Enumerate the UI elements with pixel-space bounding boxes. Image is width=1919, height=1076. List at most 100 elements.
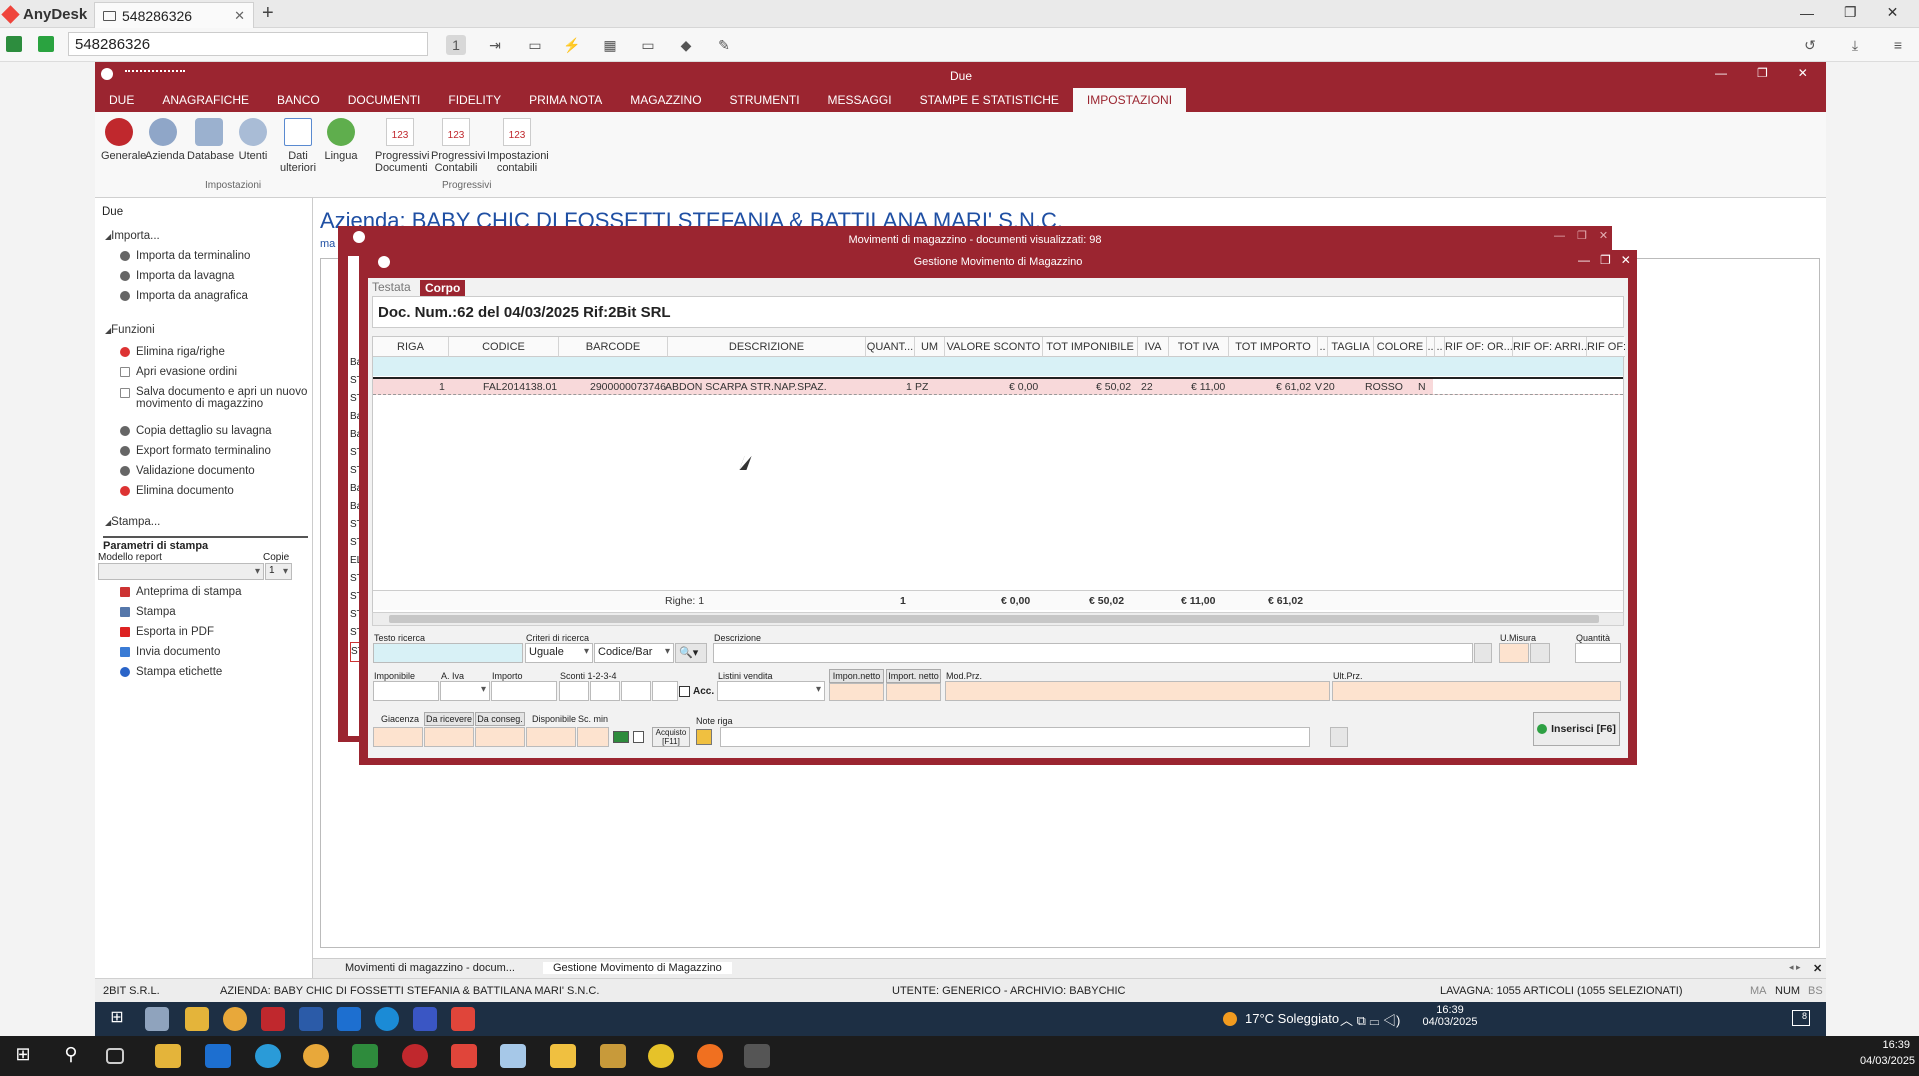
acc-checkbox[interactable] bbox=[679, 686, 690, 697]
listini-select[interactable] bbox=[717, 681, 825, 701]
col-riga[interactable]: RIGA bbox=[373, 337, 449, 357]
close-doc-tab-icon[interactable]: ✕ bbox=[1813, 962, 1822, 975]
close-tab-icon[interactable]: ✕ bbox=[234, 8, 245, 24]
quantita-input[interactable] bbox=[1575, 643, 1621, 663]
remote-outlook-icon[interactable] bbox=[337, 1007, 361, 1031]
ribbon-tab-documenti[interactable]: DOCUMENTI bbox=[334, 88, 435, 112]
note-binoculars-icon[interactable] bbox=[1330, 727, 1348, 747]
inserisci-button[interactable]: Inserisci [F6] bbox=[1533, 712, 1620, 746]
col-taglia[interactable]: TAGLIA bbox=[1328, 337, 1374, 357]
col-extra-2[interactable]: .. bbox=[1427, 337, 1435, 357]
ribbon-tab-magazzino[interactable]: MAGAZZINO bbox=[616, 88, 715, 112]
col-descrizione[interactable]: DESCRIZIONE bbox=[668, 337, 866, 357]
col-rif-or[interactable]: RIF OF: OR... bbox=[1445, 337, 1513, 357]
generale-button[interactable]: Generale bbox=[101, 118, 146, 162]
app-yellow-icon[interactable] bbox=[648, 1044, 674, 1068]
col-rif-of[interactable]: RIF OF: bbox=[1587, 337, 1625, 357]
sconto3-input[interactable] bbox=[621, 681, 651, 701]
col-tot-iva[interactable]: TOT IVA bbox=[1169, 337, 1229, 357]
anydesk-session-tab[interactable]: 548286326 ✕ bbox=[94, 2, 254, 28]
giacenza-input[interactable] bbox=[373, 727, 423, 747]
sc-min-input[interactable] bbox=[577, 727, 609, 747]
due-icon[interactable] bbox=[402, 1044, 428, 1068]
front-close-icon[interactable]: ✕ bbox=[1621, 253, 1631, 267]
elimina-documento-item[interactable]: Elimina documento bbox=[120, 485, 234, 497]
col-codice[interactable]: CODICE bbox=[449, 337, 559, 357]
section-funzioni[interactable]: Funzioni bbox=[105, 324, 154, 336]
app-close-icon[interactable]: ✕ bbox=[1798, 66, 1808, 80]
app-orange-icon[interactable] bbox=[697, 1044, 723, 1068]
start-icon[interactable]: ⊞ bbox=[10, 1044, 36, 1068]
remote-notification-icon[interactable]: 8 bbox=[1792, 1010, 1810, 1026]
search-icon[interactable]: ⚲ bbox=[58, 1044, 84, 1068]
tab-corpo[interactable]: Corpo bbox=[420, 280, 466, 296]
remote-weather[interactable]: 17°C Soleggiato bbox=[1245, 1011, 1339, 1026]
impon-netto-input[interactable] bbox=[829, 683, 884, 701]
export-terminalino-item[interactable]: Export formato terminalino bbox=[120, 445, 271, 457]
validazione-item[interactable]: Validazione documento bbox=[120, 465, 255, 477]
remote-folder-icon[interactable] bbox=[185, 1007, 209, 1031]
files-icon[interactable] bbox=[550, 1044, 576, 1068]
scrollbar-thumb[interactable] bbox=[389, 615, 1599, 623]
modello-report-select[interactable] bbox=[98, 563, 264, 580]
col-extra-3[interactable]: .. bbox=[1435, 337, 1445, 357]
sconto1-input[interactable] bbox=[559, 681, 589, 701]
remote-anydesk-icon[interactable] bbox=[451, 1007, 475, 1031]
remote-clock[interactable]: 16:39 04/03/2025 bbox=[1420, 1004, 1480, 1028]
criteri-select[interactable]: Uguale bbox=[525, 643, 593, 663]
remote-app-icon[interactable] bbox=[145, 1007, 169, 1031]
tray-icons[interactable]: ︿ ⧉ ▭ ◁) bbox=[1340, 1010, 1400, 1029]
keyboard-icon[interactable]: ▦ bbox=[600, 35, 620, 55]
progressivi-contabili-button[interactable]: 123 Progressivi Contabili bbox=[431, 118, 485, 174]
esporta-pdf-item[interactable]: Esporta in PDF bbox=[120, 626, 214, 638]
local-clock[interactable]: 16:39 04/03/2025 bbox=[1860, 1039, 1915, 1067]
imponibile-input[interactable] bbox=[373, 681, 439, 701]
utenti-button[interactable]: Utenti bbox=[235, 118, 271, 162]
mod-prz-input[interactable] bbox=[945, 681, 1330, 701]
search-options-button[interactable]: 🔍▾ bbox=[675, 643, 707, 663]
ribbon-tab-messaggi[interactable]: MESSAGGI bbox=[814, 88, 906, 112]
telegram-icon[interactable] bbox=[255, 1044, 281, 1068]
elimina-righe-item[interactable]: Elimina riga/righe bbox=[120, 346, 225, 358]
tab-testata[interactable]: Testata bbox=[372, 280, 411, 294]
ribbon-tab-banco[interactable]: BANCO bbox=[263, 88, 334, 112]
impostazioni-contabili-button[interactable]: 123 Impostazioni contabili bbox=[487, 118, 549, 174]
col-tot-importo[interactable]: TOT IMPORTO bbox=[1229, 337, 1318, 357]
disponibile-input[interactable] bbox=[526, 727, 576, 747]
salva-documento-item[interactable]: Salva documento e apri un nuovo moviment… bbox=[120, 386, 310, 410]
document-icon[interactable] bbox=[633, 731, 644, 743]
tab-scroll-arrows-icon[interactable]: ◂ ▸ bbox=[1789, 962, 1801, 973]
remote-due-icon[interactable] bbox=[261, 1007, 285, 1031]
quick-access-icons[interactable] bbox=[125, 70, 185, 80]
3cx-icon[interactable] bbox=[744, 1044, 770, 1068]
umisura-search-icon[interactable] bbox=[1530, 643, 1550, 663]
section-stampa[interactable]: Stampa... bbox=[105, 516, 160, 528]
acquisto-button[interactable]: Acquisto [F11] bbox=[652, 727, 690, 747]
front-minimize-icon[interactable]: — bbox=[1578, 253, 1590, 267]
section-importa[interactable]: Importa... bbox=[105, 230, 160, 242]
aiva-select[interactable] bbox=[440, 681, 490, 701]
remote-start-icon[interactable]: ⊞ bbox=[105, 1007, 129, 1031]
ult-prz-input[interactable] bbox=[1332, 681, 1621, 701]
chat-icon[interactable]: ▭ bbox=[525, 35, 545, 55]
sconto4-input[interactable] bbox=[652, 681, 678, 701]
table-row[interactable]: 1 FAL2014138.01 2900000073746 ABDON SCAR… bbox=[373, 377, 1623, 395]
display-icon[interactable]: ▭ bbox=[638, 35, 658, 55]
stampa-etichette-item[interactable]: Stampa etichette bbox=[120, 666, 222, 678]
download-icon[interactable]: ⤓ bbox=[1845, 35, 1865, 55]
back-restore-icon[interactable]: ❐ bbox=[1577, 229, 1587, 242]
explorer-icon[interactable] bbox=[155, 1044, 181, 1068]
ribbon-tab-prima-nota[interactable]: PRIMA NOTA bbox=[515, 88, 616, 112]
notepad-icon[interactable] bbox=[500, 1044, 526, 1068]
col-valore-sconto[interactable]: VALORE SCONTO bbox=[945, 337, 1043, 357]
permissions-icon[interactable]: ◆ bbox=[676, 35, 696, 55]
ribbon-tab-due[interactable]: DUE bbox=[95, 88, 148, 112]
remote-chrome-icon[interactable] bbox=[223, 1007, 247, 1031]
import-netto-input[interactable] bbox=[886, 683, 941, 701]
horizontal-scrollbar[interactable] bbox=[372, 612, 1624, 626]
database-button[interactable]: Database bbox=[187, 118, 234, 162]
campo-select[interactable]: Codice/Bar bbox=[594, 643, 674, 663]
task-view-icon[interactable] bbox=[106, 1048, 124, 1064]
invia-documento-item[interactable]: Invia documento bbox=[120, 646, 220, 658]
remote-edge-icon[interactable] bbox=[375, 1007, 399, 1031]
